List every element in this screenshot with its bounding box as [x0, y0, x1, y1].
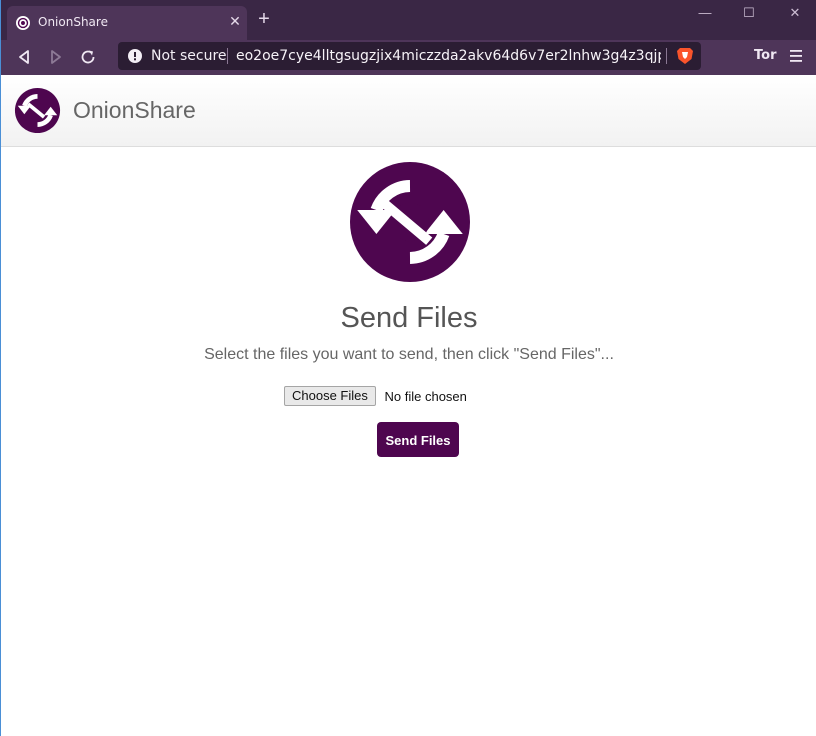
- tab-close-icon[interactable]: ✕: [227, 13, 243, 29]
- window-maximize-button[interactable]: ☐: [740, 4, 758, 22]
- site-title: OnionShare: [73, 97, 196, 123]
- send-files-description: Select the files you want to send, then …: [204, 346, 614, 363]
- window-minimize-button[interactable]: —: [696, 4, 714, 22]
- forward-arrow-icon[interactable]: [46, 47, 66, 67]
- info-icon[interactable]: [128, 49, 142, 63]
- brave-shield-icon[interactable]: [677, 47, 693, 65]
- send-files-button[interactable]: Send Files: [377, 422, 459, 457]
- new-tab-button[interactable]: +: [255, 9, 273, 29]
- browser-window: OnionShare ✕ + — ☐ ✕ Not secure eo2oe7cy…: [0, 0, 816, 736]
- tab-title: OnionShare: [38, 15, 108, 29]
- address-bar[interactable]: Not secure eo2oe7cye4lltgsugzjix4miczzda…: [118, 42, 701, 70]
- choose-files-button[interactable]: Choose Files: [284, 386, 376, 406]
- window-close-button[interactable]: ✕: [786, 4, 804, 22]
- onionshare-favicon-icon: [16, 16, 30, 30]
- no-file-chosen-label: No file chosen: [384, 388, 467, 404]
- reload-icon[interactable]: [78, 47, 98, 67]
- browser-toolbar: Not secure eo2oe7cye4lltgsugzjix4miczzda…: [1, 40, 816, 75]
- not-secure-label[interactable]: Not secure: [151, 48, 227, 64]
- onionshare-logo-icon: [14, 87, 61, 134]
- browser-tab[interactable]: OnionShare ✕: [7, 6, 247, 40]
- send-files-heading: Send Files: [340, 302, 478, 334]
- tor-profile-button[interactable]: Tor: [754, 48, 776, 63]
- hamburger-menu-icon[interactable]: [789, 49, 803, 63]
- url-separator: [227, 48, 228, 64]
- site-header: OnionShare: [1, 75, 816, 147]
- url-text[interactable]: eo2oe7cye4lltgsugzjix4miczzda2akv64d6v7e…: [236, 48, 661, 64]
- page-content: OnionShare Send Files Select the files y…: [1, 75, 816, 736]
- onionshare-large-logo-icon: [350, 162, 470, 282]
- tab-strip: OnionShare ✕ + — ☐ ✕: [1, 0, 816, 40]
- back-arrow-icon[interactable]: [14, 47, 34, 67]
- file-input-row: Choose Files No file chosen: [284, 386, 467, 406]
- url-separator-right: [666, 48, 667, 64]
